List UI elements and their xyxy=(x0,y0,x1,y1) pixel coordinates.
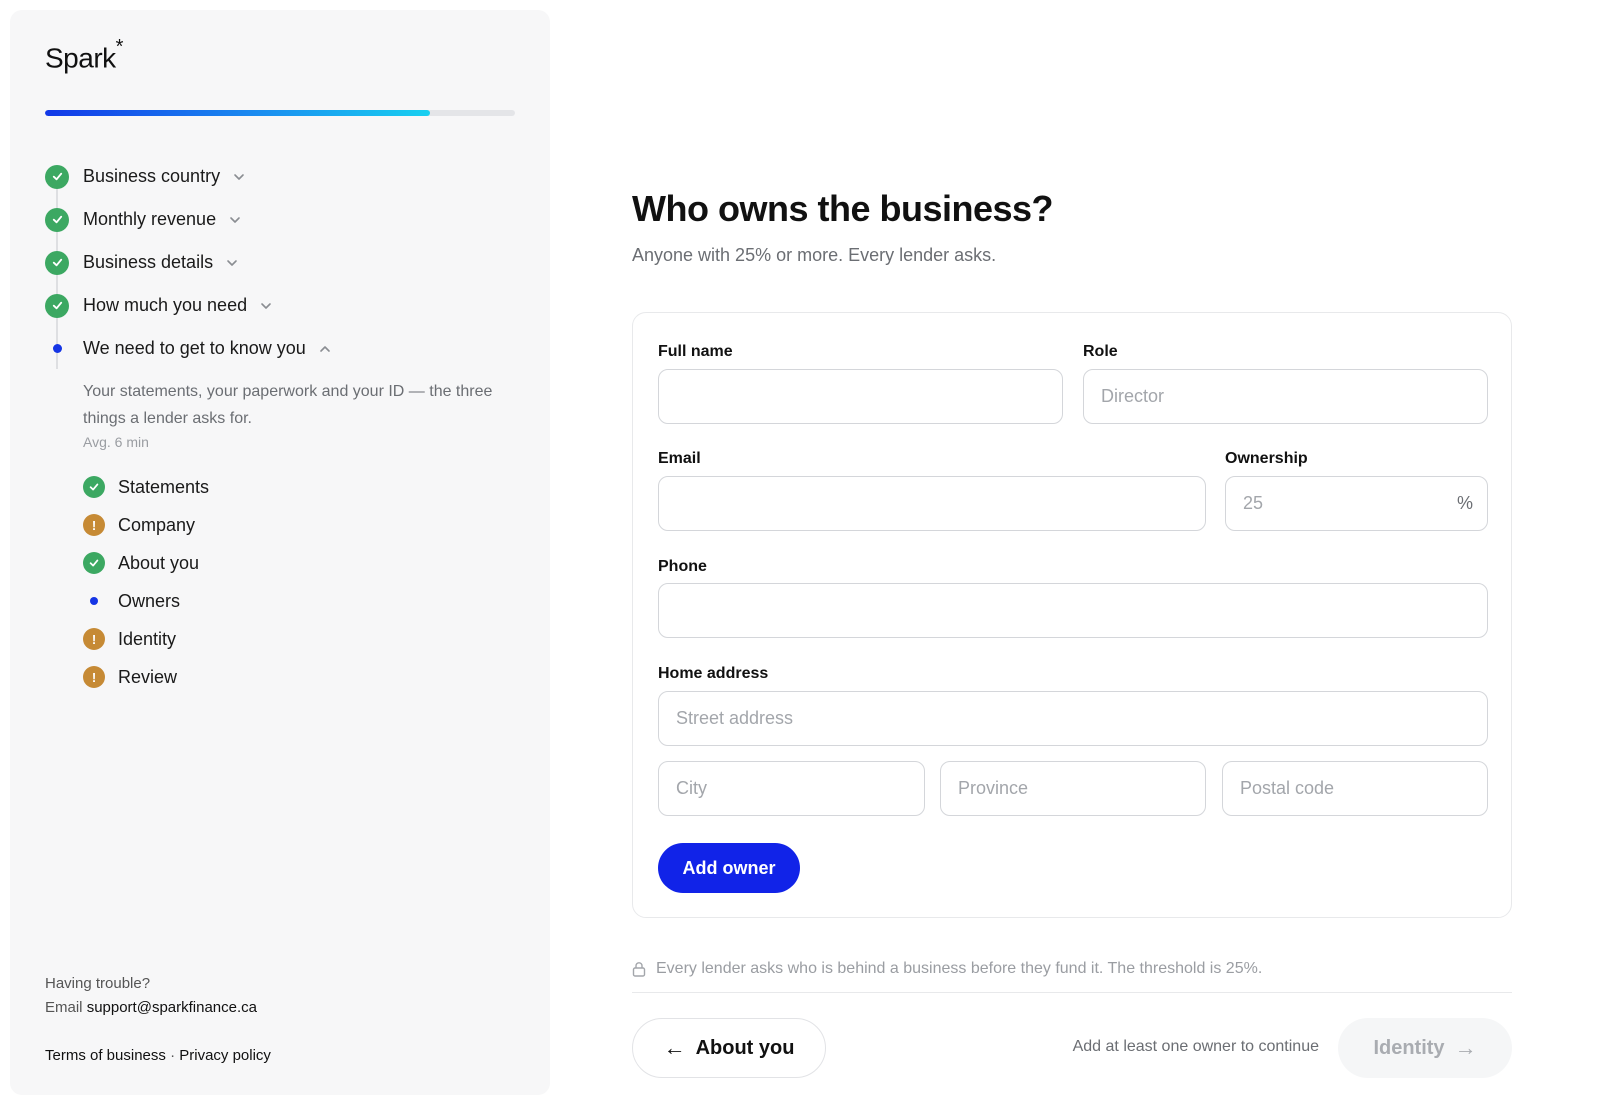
email-label: Email xyxy=(658,450,701,467)
progress-bar xyxy=(45,110,515,116)
help-section: Having trouble? Email support@sparkfinan… xyxy=(45,972,257,1020)
warning-icon: ! xyxy=(83,514,105,536)
step-business-country[interactable]: Business country xyxy=(45,155,515,198)
ownership-label: Ownership xyxy=(1225,450,1308,467)
check-icon xyxy=(83,476,105,498)
page-title: Who owns the business? xyxy=(632,188,1054,229)
check-icon xyxy=(45,207,69,232)
step-label: Business country xyxy=(83,166,221,186)
substep-about-you[interactable]: About you xyxy=(83,544,515,582)
step-label: We need to get to know you xyxy=(83,338,306,358)
substep-label: Company xyxy=(118,514,196,535)
arrow-right-icon: → xyxy=(1454,1035,1477,1060)
step-get-to-know-you[interactable]: We need to get to know you xyxy=(45,327,515,370)
substep-list: Statements ! Company About you Owners ! … xyxy=(83,468,515,696)
back-button[interactable]: ← About you xyxy=(632,1018,826,1078)
divider xyxy=(632,992,1512,993)
role-input[interactable] xyxy=(1083,369,1488,424)
phone-input[interactable] xyxy=(658,583,1488,638)
current-dot-icon xyxy=(45,337,69,361)
substep-company[interactable]: ! Company xyxy=(83,506,515,544)
sidebar: Spark* Business country Monthly revenue … xyxy=(10,10,550,1095)
add-owner-button[interactable]: Add owner xyxy=(658,843,800,893)
threshold-note: Every lender asks who is behind a busine… xyxy=(632,960,1262,978)
step-business-details[interactable]: Business details xyxy=(45,241,515,284)
privacy-link[interactable]: Privacy policy xyxy=(179,1047,271,1064)
percent-suffix: % xyxy=(1457,493,1474,513)
substep-label: Statements xyxy=(118,476,210,497)
home-address-label: Home address xyxy=(658,665,769,682)
page-subtitle: Anyone with 25% or more. Every lender as… xyxy=(632,245,997,265)
chevron-up-icon[interactable] xyxy=(318,342,332,356)
brand-logo[interactable]: Spark* xyxy=(45,36,123,74)
support-email-link[interactable]: support@sparkfinance.ca xyxy=(87,999,257,1016)
step-label: Monthly revenue xyxy=(83,209,217,229)
check-icon xyxy=(45,250,69,275)
step-label: How much you need xyxy=(83,295,248,315)
chevron-down-icon[interactable] xyxy=(259,299,273,313)
check-icon xyxy=(83,552,105,574)
terms-link[interactable]: Terms of business xyxy=(45,1047,166,1064)
owner-form: Full name Role Email Ownership % Phone H… xyxy=(632,312,1512,918)
chevron-down-icon[interactable] xyxy=(225,256,239,270)
next-button[interactable]: Identity → xyxy=(1338,1018,1512,1078)
arrow-left-icon: ← xyxy=(663,1035,686,1060)
chevron-down-icon[interactable] xyxy=(228,213,242,227)
substep-review[interactable]: ! Review xyxy=(83,658,515,696)
back-button-label: About you xyxy=(695,1036,795,1059)
next-button-label: Identity xyxy=(1373,1036,1445,1059)
substep-owners[interactable]: Owners xyxy=(83,582,515,620)
check-icon xyxy=(45,164,69,189)
postal-code-input[interactable] xyxy=(1222,761,1488,816)
city-input[interactable] xyxy=(658,761,925,816)
substep-label: Review xyxy=(118,666,178,687)
section-duration: Avg. 6 min xyxy=(83,434,149,450)
substep-label: Identity xyxy=(118,628,177,649)
substep-identity[interactable]: ! Identity xyxy=(83,620,515,658)
lock-icon xyxy=(632,962,646,977)
progress-bar-fill xyxy=(45,110,431,116)
warning-icon: ! xyxy=(83,666,105,688)
section-description: Your statements, your paperwork and your… xyxy=(83,383,493,427)
full-name-label: Full name xyxy=(658,343,733,360)
help-question: Having trouble? xyxy=(45,975,151,992)
full-name-input[interactable] xyxy=(658,369,1063,424)
current-dot-icon xyxy=(83,590,105,612)
substep-label: Owners xyxy=(118,590,181,611)
role-label: Role xyxy=(1083,343,1118,360)
email-input[interactable] xyxy=(658,476,1206,531)
ownership-input[interactable] xyxy=(1225,476,1488,531)
street-address-input[interactable] xyxy=(658,691,1488,746)
substep-statements[interactable]: Statements xyxy=(83,468,515,506)
phone-label: Phone xyxy=(658,558,707,575)
threshold-note-text: Every lender asks who is behind a busine… xyxy=(656,960,1263,977)
warning-icon: ! xyxy=(83,628,105,650)
footer-separator: · xyxy=(170,1047,176,1064)
step-how-much-you-need[interactable]: How much you need xyxy=(45,284,515,327)
step-monthly-revenue[interactable]: Monthly revenue xyxy=(45,198,515,241)
step-list: Business country Monthly revenue Busines… xyxy=(45,155,515,696)
substep-label: About you xyxy=(118,552,200,573)
step-label: Business details xyxy=(83,252,214,272)
province-input[interactable] xyxy=(940,761,1206,816)
help-email-prefix: Email xyxy=(45,999,83,1016)
continue-hint: Add at least one owner to continue xyxy=(1072,1038,1319,1055)
check-icon xyxy=(45,293,69,318)
footer-links: Terms of business · Privacy policy xyxy=(45,1047,271,1064)
main-content: Who owns the business? Anyone with 25% o… xyxy=(632,0,1512,1100)
chevron-down-icon[interactable] xyxy=(232,170,246,184)
